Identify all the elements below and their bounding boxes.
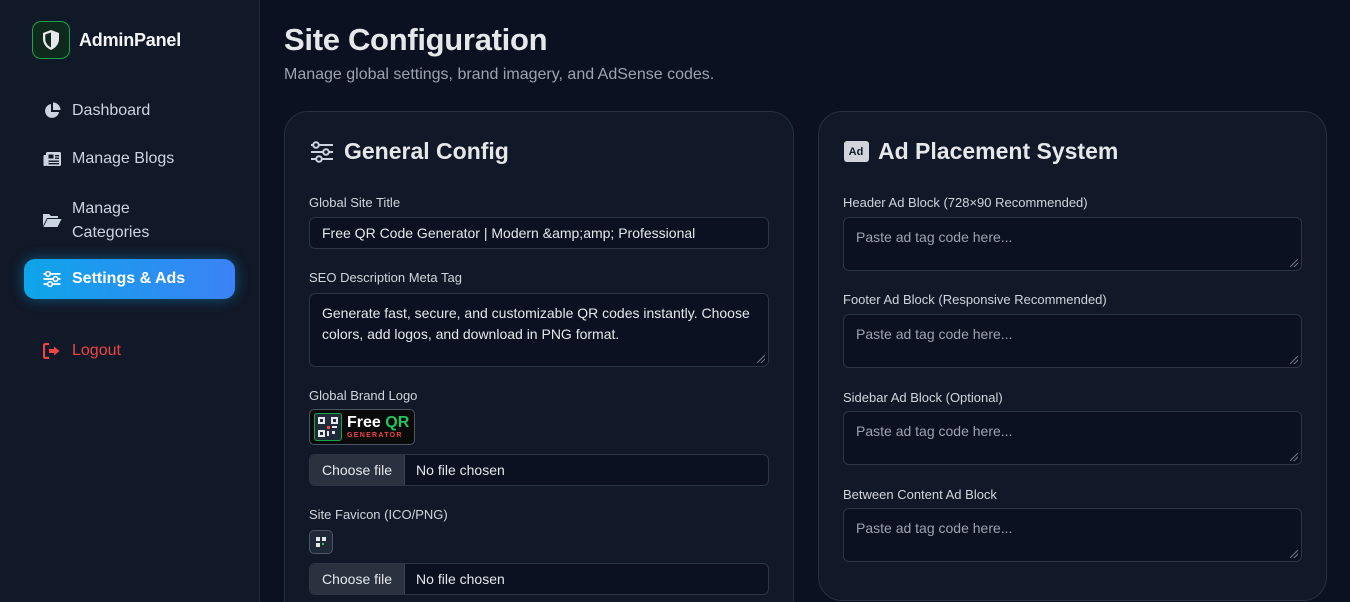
sidebar-item-dashboard[interactable]: Dashboard	[24, 91, 235, 131]
sign-out-icon	[42, 341, 62, 361]
file-status: No file chosen	[416, 571, 505, 587]
sidebar-ad-textarea[interactable]: Paste ad tag code here...	[843, 411, 1302, 465]
sidebar-item-label-line-2: Categories	[72, 224, 150, 241]
pie-chart-icon	[42, 101, 62, 121]
between-content-ad-textarea[interactable]: Paste ad tag code here...	[843, 508, 1302, 562]
resize-handle[interactable]	[1290, 356, 1298, 364]
sidebar-item-label: Manage Blogs	[72, 150, 175, 167]
sidebar: AdminPanel Dashboard Manage Blogs Manage…	[0, 0, 260, 602]
sidebar-ad-label: Sidebar Ad Block (Optional)	[843, 390, 1003, 405]
placeholder: Paste ad tag code here...	[856, 229, 1013, 245]
header-ad-label: Header Ad Block (728×90 Recommended)	[843, 195, 1088, 210]
shield-icon	[32, 21, 70, 59]
brand-logo-main: Free QR	[347, 414, 410, 431]
sliders-icon	[309, 139, 335, 165]
ad-placement-heading: Ad Ad Placement System	[843, 138, 1118, 165]
header-ad-textarea[interactable]: Paste ad tag code here...	[843, 217, 1302, 271]
logout-button[interactable]: Logout	[24, 331, 235, 371]
brand[interactable]: AdminPanel	[32, 21, 181, 59]
sidebar-item-label: Settings & Ads	[72, 270, 186, 287]
placeholder: Paste ad tag code here...	[856, 423, 1013, 439]
resize-handle[interactable]	[1290, 259, 1298, 267]
page-title: Site Configuration	[284, 22, 548, 57]
brand-name: AdminPanel	[79, 29, 182, 50]
general-config-title: General Config	[344, 138, 509, 164]
page-subtitle: Manage global settings, brand imagery, a…	[284, 66, 715, 83]
brand-logo-wordmark: Free QR GENERATOR	[347, 414, 409, 440]
general-config-card: General Config Global Site Title Free QR…	[284, 111, 794, 602]
favicon-label: Site Favicon (ICO/PNG)	[309, 507, 448, 522]
between-content-ad-label: Between Content Ad Block	[843, 487, 997, 502]
resize-handle[interactable]	[1290, 550, 1298, 558]
ad-placement-card: Ad Ad Placement System Header Ad Block (…	[818, 111, 1327, 601]
sidebar-item-label-line-1: Manage	[72, 200, 130, 217]
placeholder: Paste ad tag code here...	[856, 326, 1013, 342]
sidebar-item-manage-categories[interactable]: Manage Categories	[24, 195, 235, 245]
choose-file-button[interactable]: Choose file	[310, 564, 406, 594]
qr-code-icon	[314, 413, 342, 441]
brand-logo-sub: GENERATOR	[347, 432, 403, 439]
choose-file-button[interactable]: Choose file	[310, 455, 406, 485]
ad-placement-title: Ad Placement System	[878, 138, 1119, 164]
footer-ad-textarea[interactable]: Paste ad tag code here...	[843, 314, 1302, 368]
brand-logo-label: Global Brand Logo	[309, 388, 418, 403]
file-status: No file chosen	[416, 462, 505, 478]
placeholder: Paste ad tag code here...	[856, 520, 1013, 536]
folder-open-icon	[42, 210, 62, 230]
brand-logo-preview: Free QR GENERATOR	[309, 409, 415, 445]
seo-description-label: SEO Description Meta Tag	[309, 270, 462, 285]
sidebar-item-label: Manage Categories	[72, 197, 149, 245]
seo-description-textarea[interactable]: Generate fast, secure, and customizable …	[309, 293, 769, 367]
brand-logo-file-input[interactable]: Choose file No file chosen	[309, 454, 769, 486]
seo-description-value: Generate fast, secure, and customizable …	[322, 305, 750, 342]
logout-label: Logout	[72, 342, 121, 359]
sliders-icon	[42, 269, 62, 289]
sidebar-item-manage-blogs[interactable]: Manage Blogs	[24, 139, 235, 179]
favicon-file-input[interactable]: Choose file No file chosen	[309, 563, 769, 595]
footer-ad-label: Footer Ad Block (Responsive Recommended)	[843, 292, 1107, 307]
sidebar-item-label: Dashboard	[72, 102, 151, 119]
favicon-preview	[309, 530, 333, 554]
resize-handle[interactable]	[757, 355, 765, 363]
sidebar-item-settings-ads[interactable]: Settings & Ads	[24, 259, 235, 299]
ad-icon: Ad	[843, 139, 869, 165]
site-title-input[interactable]: Free QR Code Generator | Modern &amp;amp…	[309, 217, 769, 249]
general-config-heading: General Config	[309, 138, 509, 165]
resize-handle[interactable]	[1290, 453, 1298, 461]
newspaper-icon	[42, 149, 62, 169]
site-title-label: Global Site Title	[309, 195, 401, 210]
